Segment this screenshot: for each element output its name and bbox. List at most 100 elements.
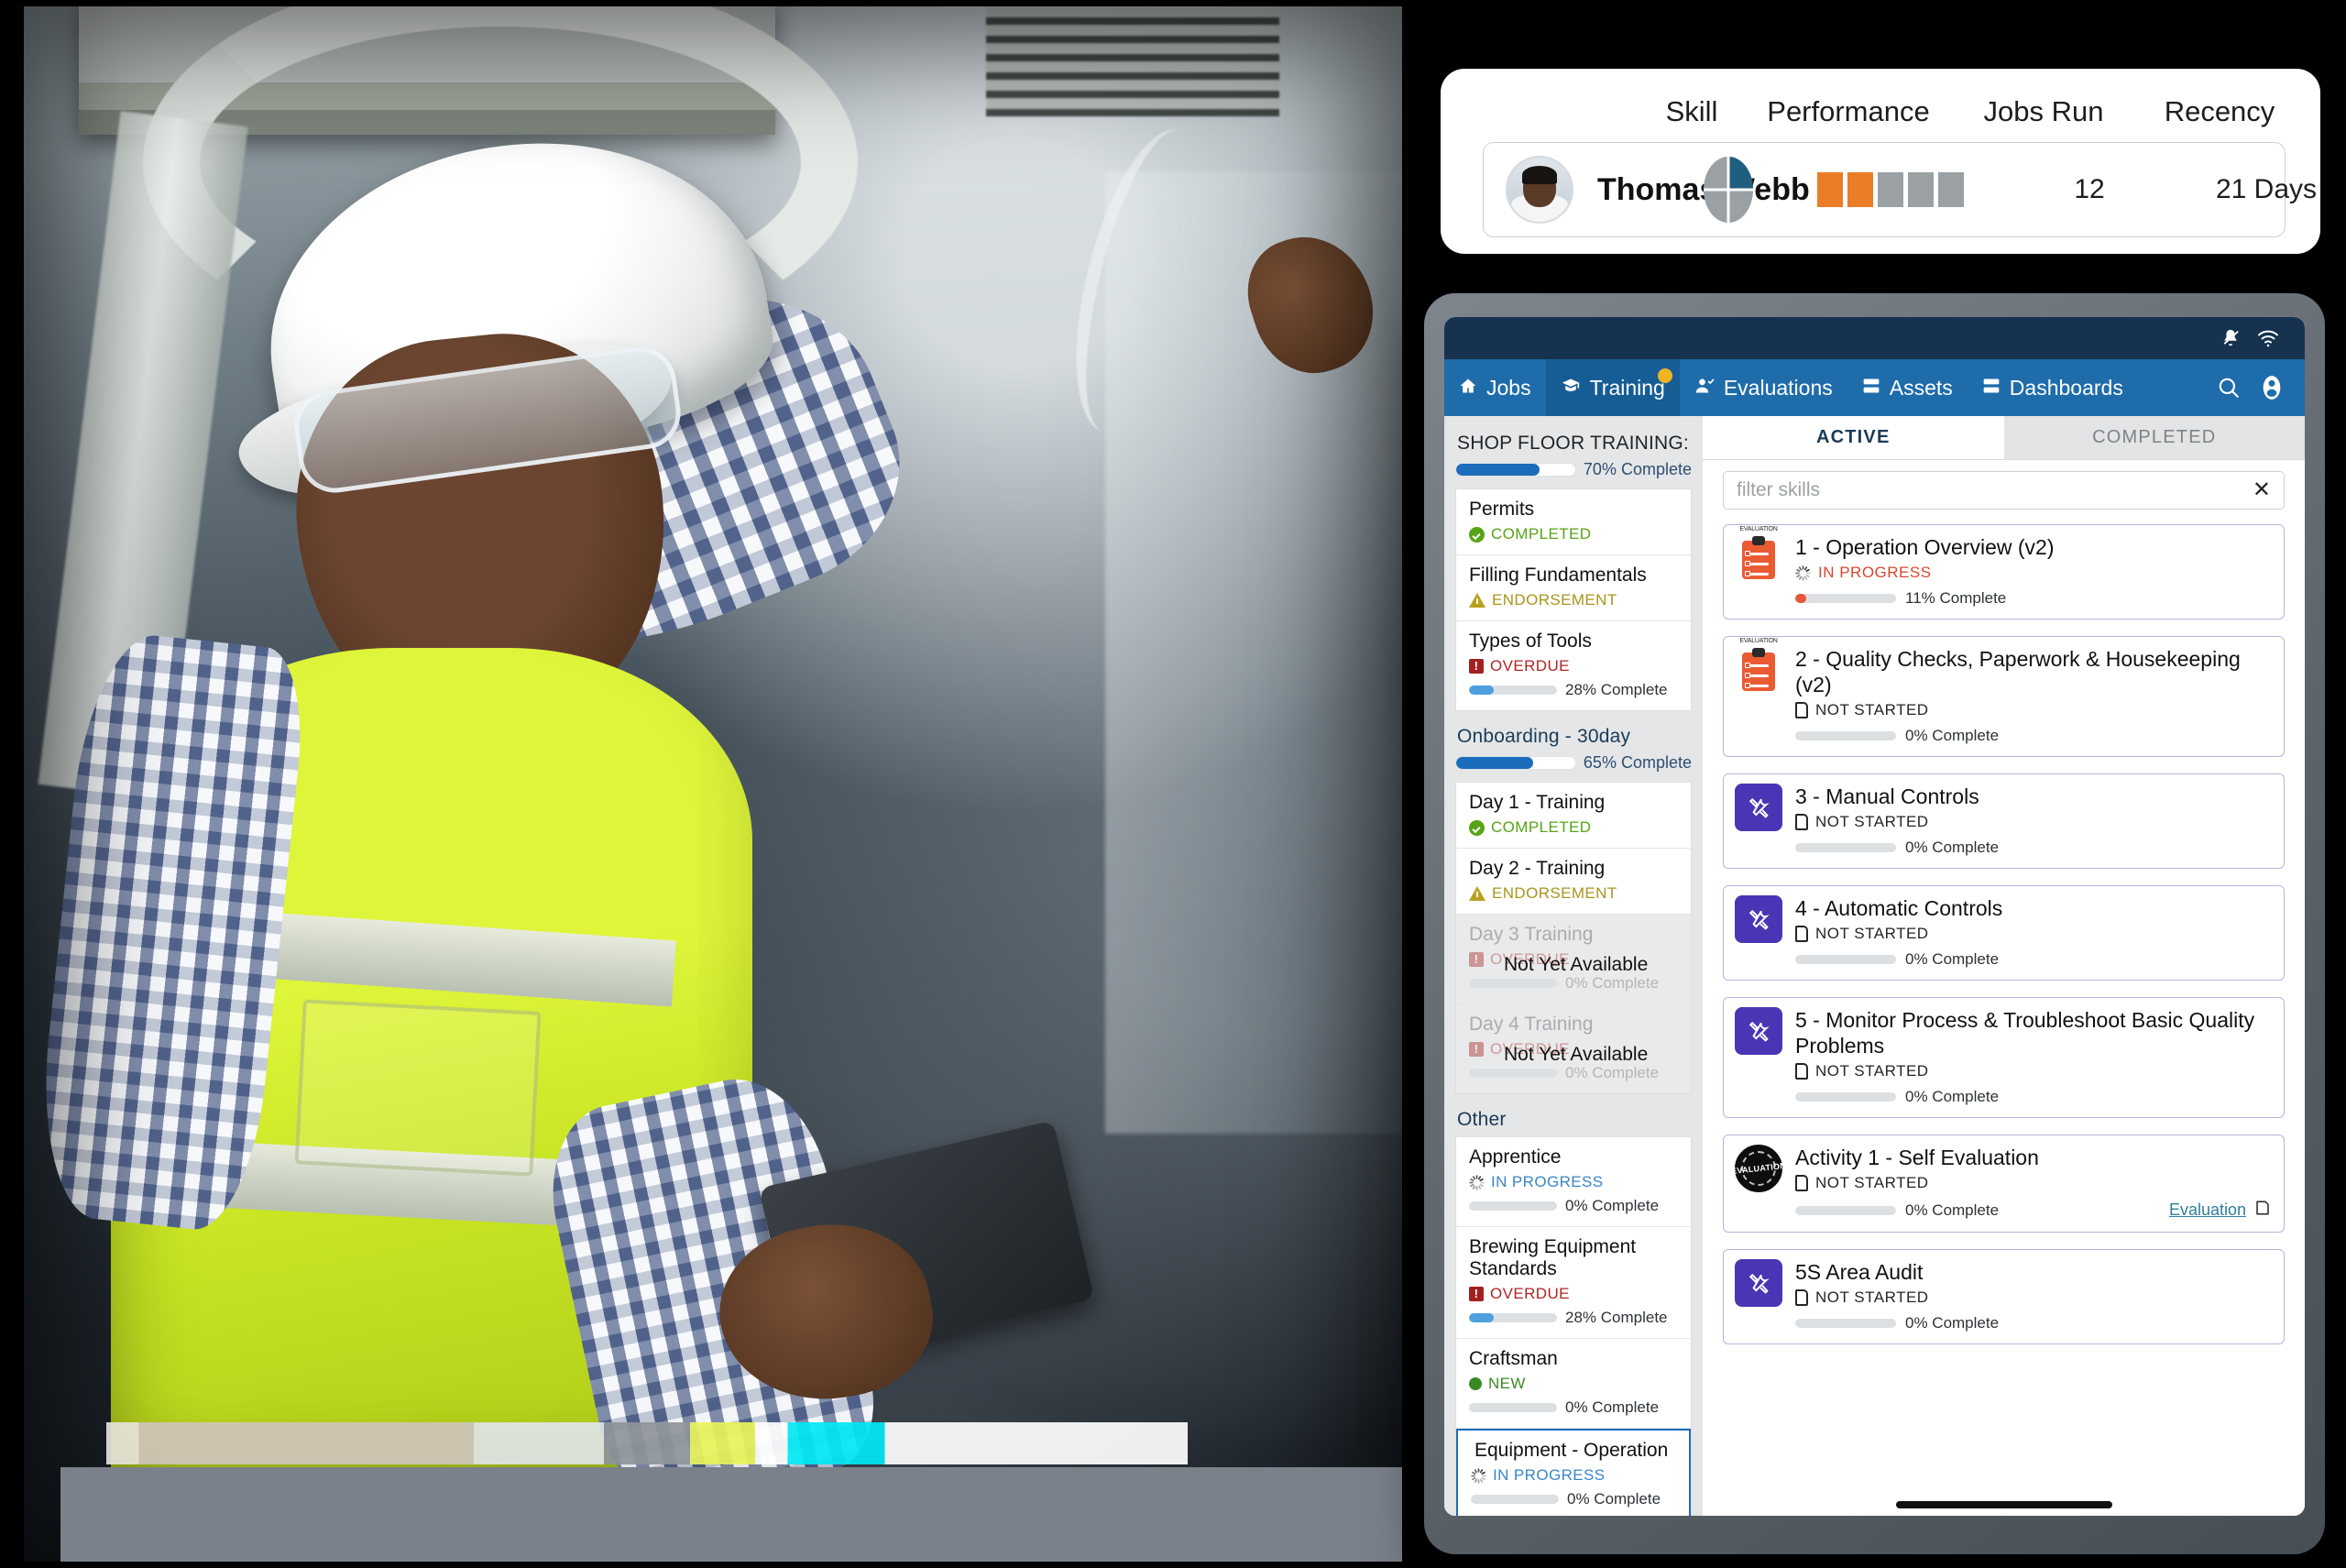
status-badge: COMPLETED <box>1469 818 1678 837</box>
tab-active[interactable]: ACTIVE <box>1703 416 2004 459</box>
skill-card[interactable]: 5S Area Audit NOT STARTED 0% Complete <box>1723 1249 2285 1345</box>
evaluation-link[interactable]: Evaluation <box>2169 1201 2246 1220</box>
icon-caption: EVALUATION <box>1739 526 1778 532</box>
progress-bar <box>1795 1205 1896 1215</box>
progress-bar <box>1455 463 1576 477</box>
skill-card[interactable]: 3 - Manual Controls NOT STARTED 0% Complet… <box>1723 773 2285 870</box>
sidebar-item-label: Day 2 - Training <box>1469 858 1606 879</box>
tablet-screen: Jobs Training Evaluations Assets Dashboa… <box>1444 317 2305 1516</box>
column-header-recency: Recency <box>2164 95 2275 127</box>
spinner-icon <box>1469 1174 1485 1190</box>
filter-skills-box[interactable]: ✕ <box>1723 471 2285 510</box>
sidebar-item-craftsman[interactable]: Craftsman NEW 0% Complete <box>1456 1339 1691 1429</box>
card-progress-row: 0% Complete Evaluation <box>1795 1200 2271 1221</box>
status-label: COMPLETED <box>1491 818 1592 836</box>
skill-card[interactable]: 5 - Monitor Process & Troubleshoot Basic… <box>1723 997 2285 1119</box>
alert-square-icon <box>1469 659 1484 674</box>
skill-card-title: 4 - Automatic Controls <box>1795 896 2003 921</box>
nav-item-training[interactable]: Training <box>1545 359 1680 416</box>
card-progress-row: 0% Complete <box>1795 1088 2271 1106</box>
photo-glitch-strip <box>106 1422 1188 1464</box>
nav-item-evaluations[interactable]: Evaluations <box>1680 359 1847 416</box>
avatar <box>1506 156 1573 224</box>
skill-card[interactable]: EVALUATION 2 - Quality Checks, Paperwork … <box>1723 636 2285 758</box>
skill-card-list[interactable]: EVALUATION 1 - Operation Overview (v2) IN … <box>1703 519 2305 1516</box>
skill-card[interactable]: EVALUATION Activity 1 - Self Evaluation NO… <box>1723 1135 2285 1234</box>
performance-bars <box>1790 172 1991 207</box>
progress-label: 70% Complete <box>1583 460 1692 478</box>
nav-item-jobs[interactable]: Jobs <box>1444 359 1546 416</box>
skill-card-title: 3 - Manual Controls <box>1795 784 1979 809</box>
sidebar-item-label: Filling Fundamentals <box>1469 565 1647 586</box>
check-circle-icon <box>1469 819 1485 836</box>
sidebar-item-equipment-operation[interactable]: Equipment - Operation IN PROGRESS 0% Compl… <box>1456 1429 1691 1516</box>
progress-label: 11% Complete <box>1905 589 2007 608</box>
sidebar-item-label: Permits <box>1469 499 1535 520</box>
status-badge: IN PROGRESS <box>1469 1173 1678 1191</box>
graduation-cap-icon <box>1561 376 1581 400</box>
progress-label: 0% Complete <box>1565 974 1660 992</box>
progress-bar <box>1469 1313 1557 1322</box>
status-label: IN PROGRESS <box>1491 1173 1604 1190</box>
skill-card[interactable]: EVALUATION 1 - Operation Overview (v2) IN … <box>1723 524 2285 620</box>
sidebar-item-day-4-training[interactable]: Day 4 TrainingOVERDUE0% CompleteNot Yet … <box>1456 1004 1691 1093</box>
sidebar-item-brewing-equipment-standards[interactable]: Brewing Equipment Standards OVERDUE 28% Co… <box>1456 1227 1691 1339</box>
sidebar-group-list: Permits COMPLETED Filling Fundamentals ENDO… <box>1455 488 1692 711</box>
filter-skills-input[interactable] <box>1737 479 2253 501</box>
sidebar-item-types-of-tools[interactable]: Types of Tools OVERDUE 28% Complete <box>1456 621 1691 710</box>
skill-card-title: 5S Area Audit <box>1795 1260 1924 1285</box>
item-progress: 0% Complete <box>1469 1398 1678 1417</box>
spinner-icon <box>1795 565 1811 581</box>
clear-filter-icon[interactable]: ✕ <box>2253 479 2271 501</box>
progress-bar <box>1469 685 1557 695</box>
skill-card-row[interactable]: Thomas Webb 12 21 Days <box>1483 142 2317 237</box>
sidebar-item-label: Types of Tools <box>1469 630 1592 652</box>
wifi-icon <box>2257 329 2279 347</box>
progress-label: 65% Complete <box>1583 753 1692 772</box>
sidebar-item-label: Apprentice <box>1469 1146 1562 1168</box>
progress-label: 0% Complete <box>1905 839 2000 857</box>
note-icon <box>2254 1200 2271 1221</box>
sidebar[interactable]: SHOP FLOOR TRAINING: 70% Complete Permits C… <box>1444 416 1703 1516</box>
document-icon <box>1795 702 1808 719</box>
sidebar-group-progress: 70% Complete <box>1455 460 1692 479</box>
sidebar-item-day-2-training[interactable]: Day 2 - Training ENDORSEMENT <box>1456 849 1691 915</box>
skill-card[interactable]: 4 - Automatic Controls NOT STARTED 0% Comp… <box>1723 885 2285 981</box>
tools-icon <box>1735 1007 1782 1056</box>
sidebar-item-day-3-training[interactable]: Day 3 TrainingOVERDUE0% CompleteNot Yet … <box>1456 915 1691 1004</box>
progress-label: 0% Complete <box>1565 1398 1660 1416</box>
status-badge: OVERDUE <box>1469 1285 1678 1303</box>
status-label: OVERDUE <box>1490 657 1570 674</box>
status-badge: NOT STARTED <box>1795 813 2271 831</box>
search-icon[interactable] <box>2217 376 2241 400</box>
nav-item-dashboards[interactable]: Dashboards <box>1968 359 2138 416</box>
sidebar-item-filling-fundamentals[interactable]: Filling Fundamentals ENDORSEMENT <box>1456 555 1691 621</box>
home-indicator <box>1895 1501 2112 1508</box>
status-label: NOT STARTED <box>1815 701 1929 719</box>
status-badge: NOT STARTED <box>1795 925 2271 943</box>
nav-item-assets[interactable]: Assets <box>1847 359 1968 416</box>
nav-label-evaluations: Evaluations <box>1723 375 1833 400</box>
sidebar-item-permits[interactable]: Permits COMPLETED <box>1456 489 1691 555</box>
card-progress-row: 11% Complete <box>1795 589 2271 608</box>
sidebar-group-title: SHOP FLOOR TRAINING: <box>1457 433 1689 454</box>
home-icon <box>1459 376 1477 400</box>
sidebar-item-apprentice[interactable]: Apprentice IN PROGRESS 0% Complete <box>1456 1137 1691 1227</box>
tab-completed[interactable]: COMPLETED <box>2003 416 2305 459</box>
column-header-skill: Skill <box>1665 95 1718 127</box>
not-available-overlay: Not Yet Available <box>1504 1044 1649 1065</box>
tools-icon <box>1735 895 1782 944</box>
status-badge: NEW <box>1469 1375 1678 1393</box>
user-check-icon <box>1694 376 1715 400</box>
check-circle-icon <box>1469 526 1485 543</box>
item-progress: 0% Complete <box>1469 974 1678 992</box>
user-circle-icon[interactable] <box>2259 375 2285 400</box>
progress-label: 0% Complete <box>1565 1064 1660 1081</box>
main-panel: ACTIVE COMPLETED ✕ EVALUATION 1 - Operati… <box>1703 416 2305 1516</box>
evaluation-link-group[interactable]: Evaluation <box>2169 1200 2271 1221</box>
tools-icon <box>1735 784 1782 832</box>
tab-bar: ACTIVE COMPLETED <box>1703 416 2305 460</box>
item-progress: 28% Complete <box>1469 681 1678 699</box>
sidebar-item-day-1-training[interactable]: Day 1 - Training COMPLETED <box>1456 783 1691 849</box>
document-icon <box>1795 814 1808 831</box>
